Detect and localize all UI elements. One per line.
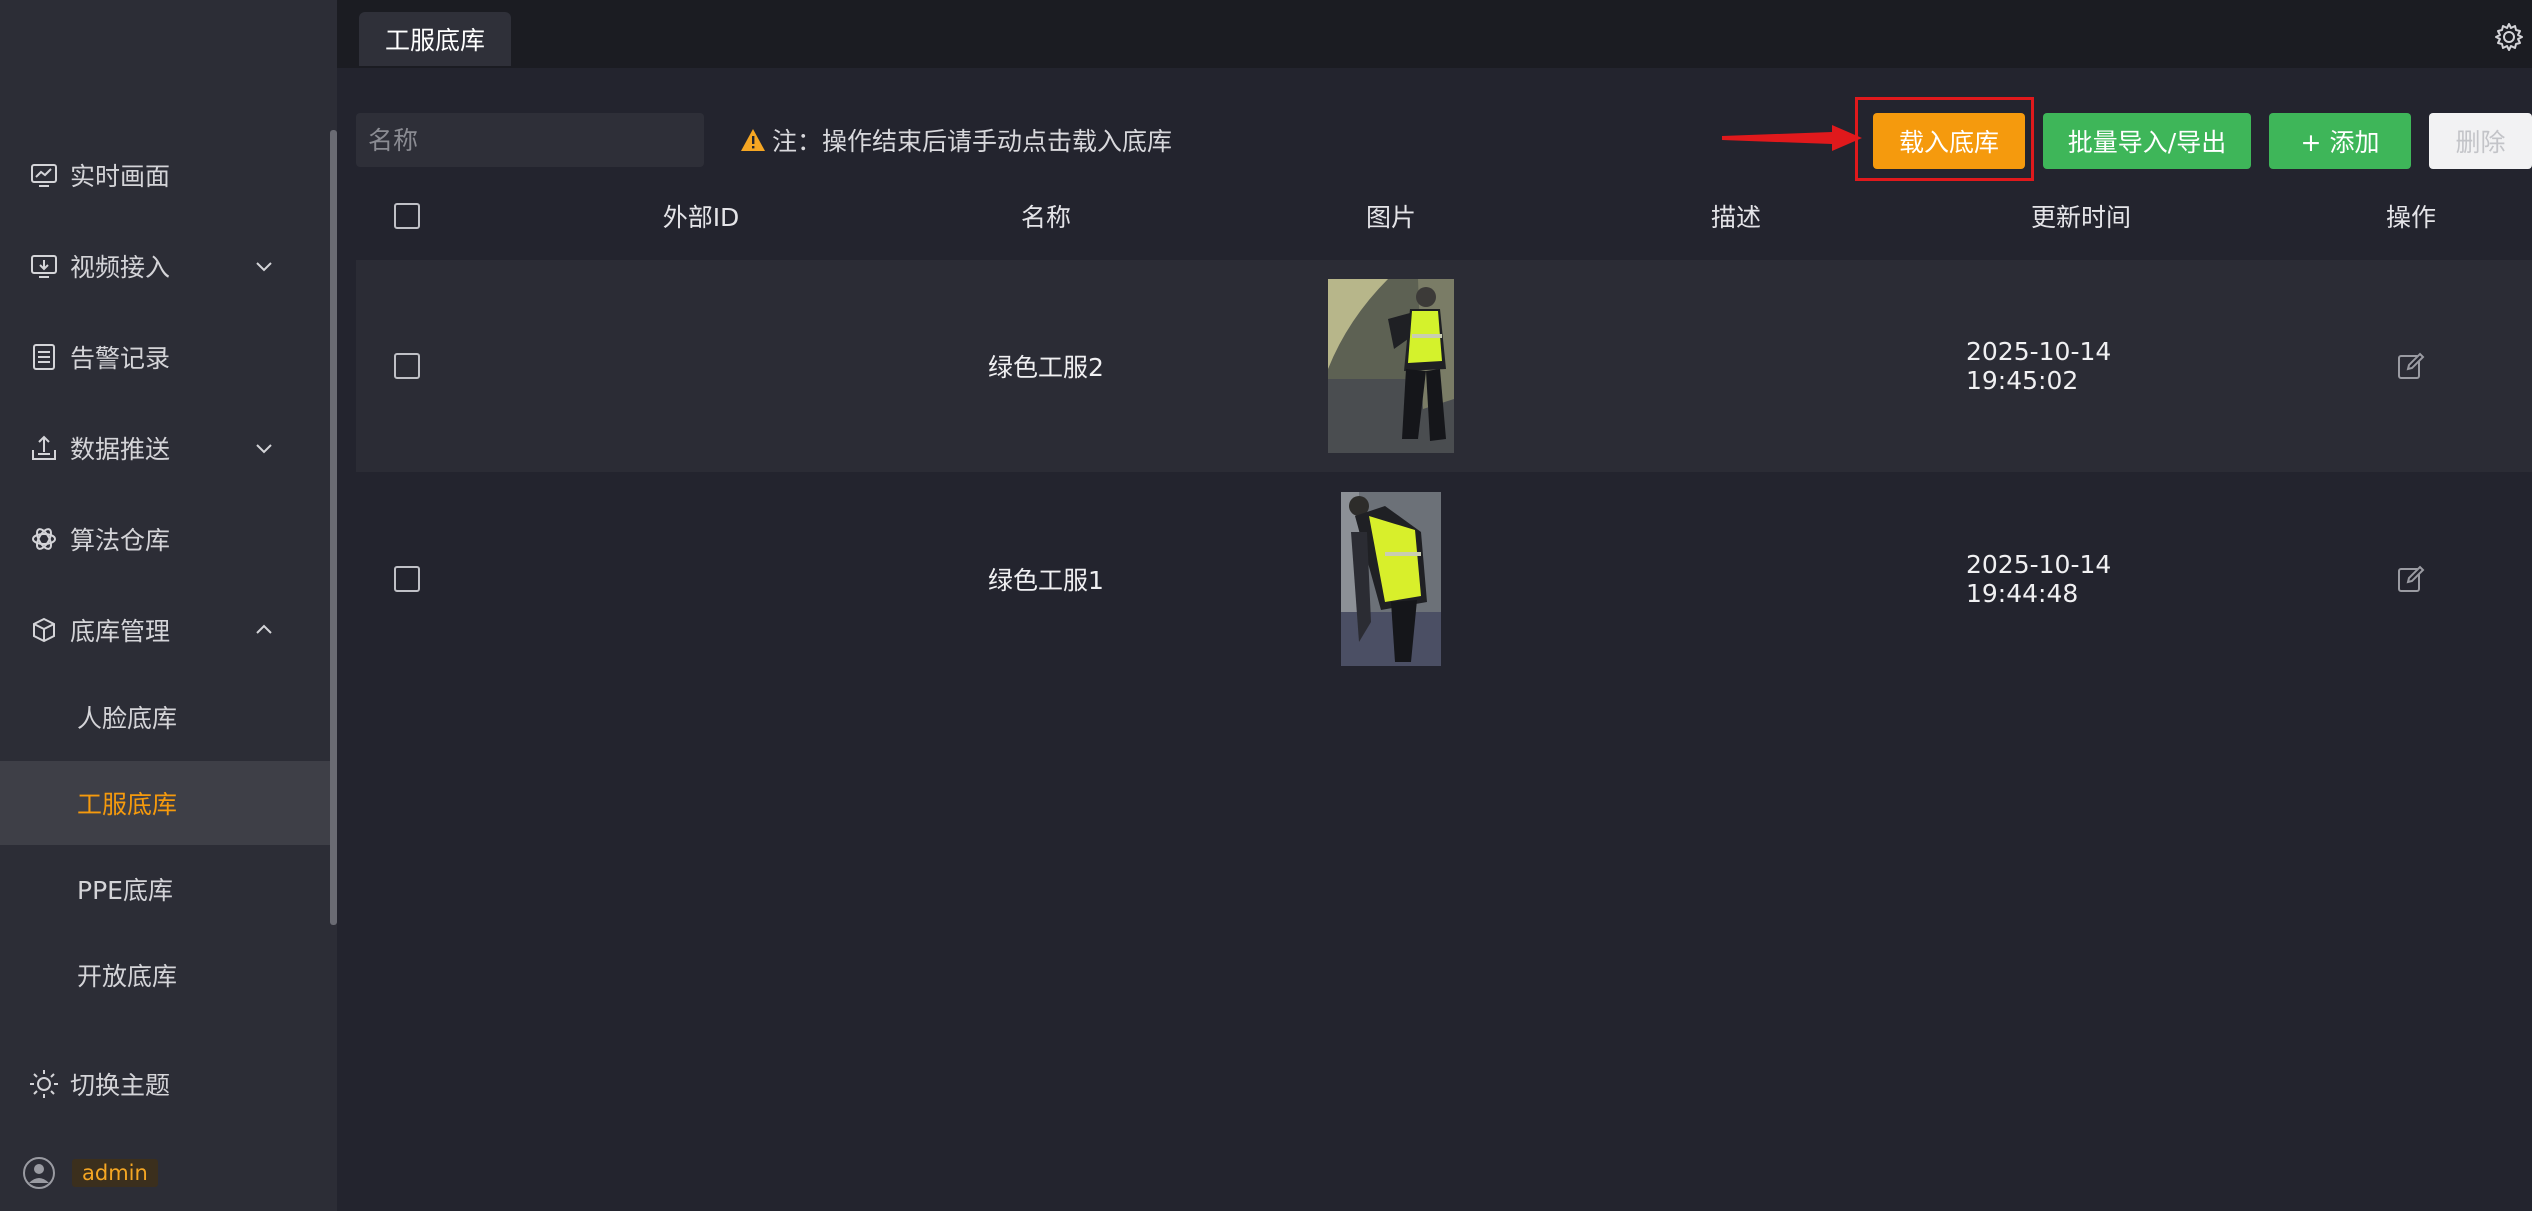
sidebar-item-alarms[interactable]: 告警记录	[0, 327, 330, 387]
row-checkbox[interactable]	[394, 566, 420, 592]
sidebar-item-data-push[interactable]: 数据推送	[0, 418, 330, 478]
cell-name: 绿色工服2	[988, 353, 1104, 382]
column-name: 名称	[1020, 203, 1071, 232]
warning-icon	[741, 129, 765, 151]
cell-updated-time: 2025-10-14 19:44:48	[1966, 550, 2112, 608]
sidebar-scrollbar[interactable]	[330, 130, 337, 925]
select-all-checkbox[interactable]	[394, 203, 420, 229]
sidebar-item-label: 数据推送	[70, 435, 171, 464]
sidebar-subitem-open-library[interactable]: 开放底库	[0, 933, 330, 1017]
sidebar-item-label: 视频接入	[70, 253, 171, 282]
sidebar-item-label: 底库管理	[70, 617, 171, 646]
sidebar-item-library-management[interactable]: 底库管理	[0, 600, 330, 660]
sidebar-item-label: 告警记录	[70, 344, 171, 373]
cell-external-id	[586, 260, 816, 472]
chevron-down-icon	[256, 444, 272, 454]
sidebar-item-video[interactable]: 视频接入	[0, 236, 330, 296]
switch-theme-button[interactable]: 切换主题	[0, 1054, 330, 1114]
notice: 注：操作结束后请手动点击载入底库	[740, 122, 1172, 158]
gear-icon[interactable]	[2494, 22, 2524, 52]
cell-image	[1276, 473, 1506, 685]
sidebar-subitem-label: 开放底库	[77, 962, 178, 991]
table-row: 绿色工服2 2025-10-14 19:45:02	[356, 260, 2532, 472]
upload-tray-icon	[28, 432, 60, 464]
sun-icon	[28, 1068, 60, 1100]
sidebar-item-algorithms[interactable]: 算法仓库	[0, 509, 330, 569]
sidebar-subitem-ppe-library[interactable]: PPE底库	[0, 847, 330, 931]
table-row: 绿色工服1 2025-10-14 19:44:48	[356, 473, 2532, 685]
avatar-icon	[23, 1157, 55, 1189]
add-button[interactable]: + 添加	[2269, 113, 2411, 169]
sidebar: 实时画面 视频接入 告警记录 数据推送 算法仓库 底库管理 人脸底库 工服底库	[0, 0, 337, 1211]
cell-external-id	[586, 473, 816, 685]
top-bar: 工服底库	[337, 0, 2532, 68]
sidebar-subitem-label: 人脸底库	[77, 704, 178, 733]
cube-icon	[28, 614, 60, 646]
sidebar-subitem-face-library[interactable]: 人脸底库	[0, 675, 330, 759]
sidebar-item-label: 算法仓库	[70, 526, 171, 555]
chevron-down-icon	[256, 262, 272, 272]
monitor-chart-icon	[28, 159, 60, 191]
sidebar-subitem-label: 工服底库	[77, 790, 178, 819]
annotation-arrow-icon	[1722, 125, 1862, 151]
batch-import-export-button[interactable]: 批量导入/导出	[2043, 113, 2251, 169]
column-external-id: 外部ID	[662, 203, 740, 232]
column-updated-time: 更新时间	[2030, 203, 2131, 232]
column-actions: 操作	[2385, 203, 2436, 232]
uniform-photo-thumbnail[interactable]	[1341, 492, 1441, 666]
cell-name: 绿色工服1	[988, 566, 1104, 595]
load-library-button[interactable]: 载入底库	[1873, 113, 2025, 169]
tab-uniform-library[interactable]: 工服底库	[359, 12, 511, 66]
cell-description	[1621, 260, 1851, 472]
table-header: 外部ID 名称 图片 描述 更新时间 操作	[356, 188, 2532, 244]
column-description: 描述	[1710, 203, 1761, 232]
uniform-photo-thumbnail[interactable]	[1328, 279, 1454, 453]
row-checkbox[interactable]	[394, 353, 420, 379]
sidebar-item-label: 实时画面	[70, 162, 171, 191]
edit-icon[interactable]	[2396, 564, 2426, 594]
sidebar-subitem-uniform-library[interactable]: 工服底库	[0, 761, 334, 845]
switch-theme-label: 切换主题	[70, 1071, 171, 1100]
sidebar-item-realtime[interactable]: 实时画面	[0, 145, 330, 205]
sidebar-subitem-label: PPE底库	[77, 876, 173, 905]
cell-description	[1621, 473, 1851, 685]
notice-text: 注：操作结束后请手动点击载入底库	[772, 127, 1173, 156]
edit-icon[interactable]	[2396, 351, 2426, 381]
delete-button[interactable]: 删除	[2429, 113, 2532, 169]
cell-actions	[2311, 473, 2511, 685]
chevron-up-icon	[256, 624, 272, 634]
cell-image	[1276, 260, 1506, 472]
cell-updated-time: 2025-10-14 19:45:02	[1966, 337, 2112, 395]
list-document-icon	[28, 341, 60, 373]
cell-actions	[2311, 260, 2511, 472]
video-input-icon	[28, 250, 60, 282]
column-image: 图片	[1365, 203, 1416, 232]
username: admin	[72, 1159, 158, 1187]
user-profile[interactable]: admin	[22, 1156, 158, 1190]
atom-icon	[28, 523, 60, 555]
search-input[interactable]	[356, 113, 704, 167]
